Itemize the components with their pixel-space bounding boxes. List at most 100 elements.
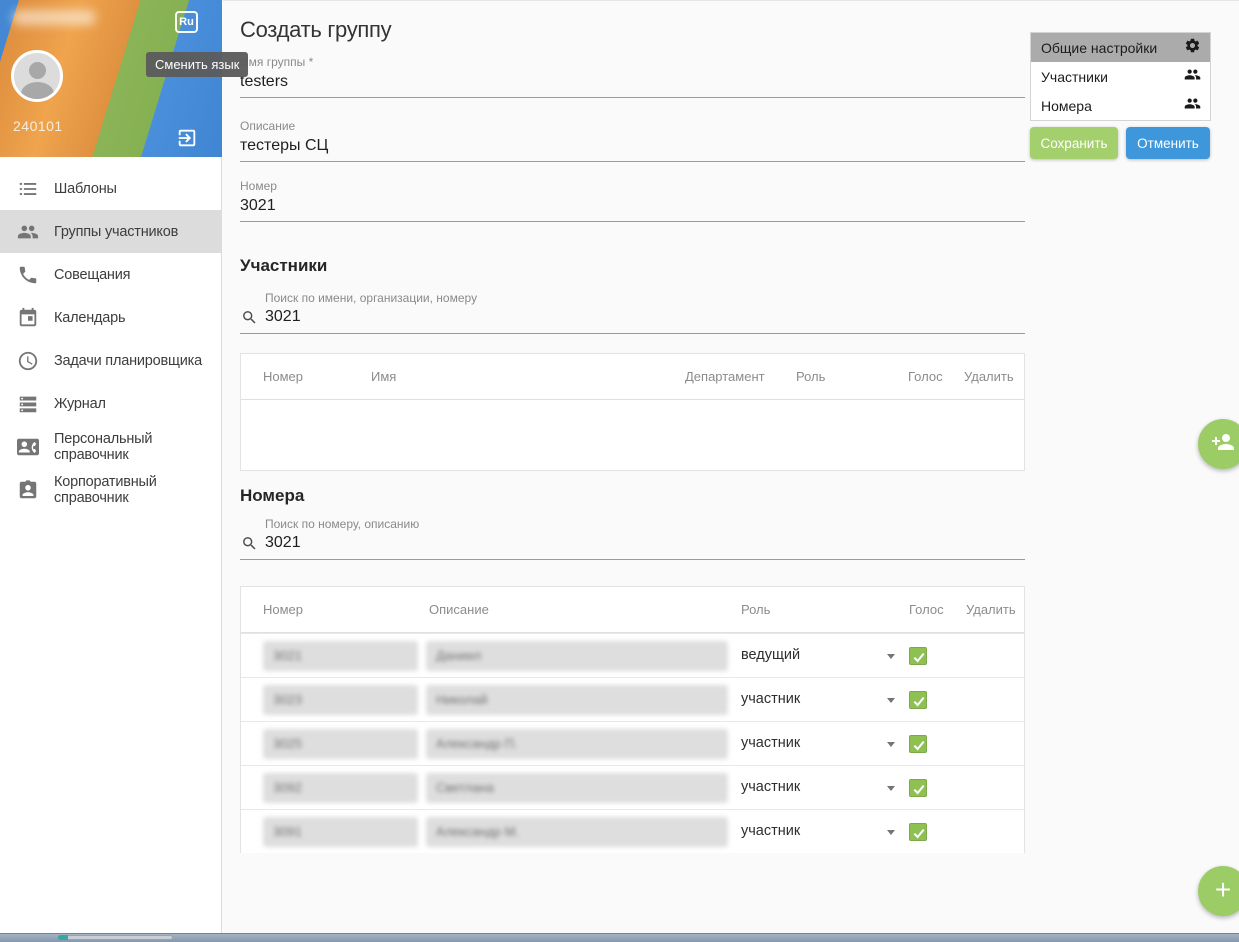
role-select[interactable]: участник bbox=[741, 735, 800, 751]
sidebar: Ru 240101 Шаблоны Группы участников Сове… bbox=[0, 0, 222, 933]
panel-item-label: Общие настройки bbox=[1041, 40, 1157, 56]
logout-button[interactable] bbox=[176, 127, 198, 149]
role-select[interactable]: участник bbox=[741, 779, 800, 795]
sidebar-item-personal-directory[interactable]: Персональный справочник bbox=[0, 425, 222, 468]
voice-checkbox[interactable] bbox=[909, 647, 927, 665]
role-select[interactable]: участник bbox=[741, 691, 800, 707]
user-number: 240101 bbox=[13, 118, 63, 134]
people-icon bbox=[1184, 66, 1201, 88]
phone-icon bbox=[17, 264, 39, 286]
redacted-username bbox=[12, 10, 96, 25]
sidebar-item-journal[interactable]: Журнал bbox=[0, 382, 222, 425]
row-number-redacted: 3091 bbox=[263, 817, 418, 847]
contact-badge-icon bbox=[17, 479, 39, 501]
table-row: 3025 Александр П. участник bbox=[241, 721, 1024, 765]
sidebar-item-label: Группы участников bbox=[54, 224, 178, 240]
number-label: Номер bbox=[240, 179, 1025, 193]
save-button[interactable]: Сохранить bbox=[1030, 127, 1118, 159]
table-row: 3091 Александр М. участник bbox=[241, 809, 1024, 853]
voice-checkbox[interactable] bbox=[909, 823, 927, 841]
row-number-redacted: 3023 bbox=[263, 685, 418, 715]
sidebar-item-label: Корпоративный справочник bbox=[54, 474, 222, 506]
scrollbar-thumb[interactable] bbox=[58, 935, 173, 940]
list-icon bbox=[17, 178, 39, 200]
avatar-body-shape bbox=[21, 82, 54, 102]
number-input[interactable] bbox=[240, 193, 1025, 222]
col-delete: Удалить bbox=[964, 369, 1014, 384]
add-number-button[interactable]: + bbox=[1198, 866, 1239, 916]
numbers-search-label: Поиск по номеру, описанию bbox=[240, 517, 1025, 531]
role-select[interactable]: участник bbox=[741, 823, 800, 839]
col-name: Имя bbox=[371, 369, 396, 384]
plus-icon: + bbox=[1215, 876, 1231, 904]
chevron-down-icon[interactable] bbox=[887, 698, 895, 703]
sidebar-item-scheduler-tasks[interactable]: Задачи планировщика bbox=[0, 339, 222, 382]
add-participant-button[interactable] bbox=[1198, 419, 1239, 469]
col-voice: Голос bbox=[908, 369, 943, 384]
number-field: Номер bbox=[240, 179, 1025, 222]
numbers-search-input[interactable] bbox=[240, 531, 1025, 559]
chevron-down-icon[interactable] bbox=[887, 742, 895, 747]
sidebar-item-label: Задачи планировщика bbox=[54, 353, 202, 369]
description-input[interactable] bbox=[240, 133, 1025, 162]
chevron-down-icon[interactable] bbox=[887, 786, 895, 791]
row-number-redacted: 3025 bbox=[263, 729, 418, 759]
sidebar-item-meetings[interactable]: Совещания bbox=[0, 253, 222, 296]
participants-table-header: Номер Имя Департамент Роль Голос Удалить bbox=[241, 354, 1024, 400]
journal-icon bbox=[17, 393, 39, 415]
participants-search-input[interactable] bbox=[240, 305, 1025, 333]
chevron-down-icon[interactable] bbox=[887, 830, 895, 835]
contact-phone-icon bbox=[17, 436, 39, 458]
col-department: Департамент bbox=[685, 369, 765, 384]
participants-search-label: Поиск по имени, организации, номеру bbox=[240, 291, 1025, 305]
horizontal-scrollbar[interactable] bbox=[0, 933, 1239, 942]
numbers-table-header: Номер Описание Роль Голос Удалить bbox=[241, 587, 1024, 633]
role-select[interactable]: ведущий bbox=[741, 647, 800, 663]
row-number-redacted: 3021 bbox=[263, 641, 418, 671]
sidebar-item-label: Календарь bbox=[54, 310, 125, 326]
panel-item-participants[interactable]: Участники bbox=[1031, 62, 1210, 91]
description-label: Описание bbox=[240, 119, 1025, 133]
sidebar-item-templates[interactable]: Шаблоны bbox=[0, 167, 222, 210]
panel-item-general-settings[interactable]: Общие настройки bbox=[1031, 33, 1210, 62]
sidebar-item-calendar[interactable]: Календарь bbox=[0, 296, 222, 339]
gear-icon bbox=[1184, 37, 1201, 59]
calendar-icon bbox=[17, 307, 39, 329]
profile-header: Ru 240101 bbox=[0, 0, 222, 157]
page-title: Создать группу bbox=[240, 17, 391, 43]
sidebar-item-label: Совещания bbox=[54, 267, 130, 283]
table-row: 3092 Светлана участник bbox=[241, 765, 1024, 809]
scrollbar-accent bbox=[58, 935, 68, 940]
group-name-input[interactable] bbox=[240, 69, 1025, 98]
settings-panel: Общие настройки Участники Номера bbox=[1030, 32, 1211, 121]
chevron-down-icon[interactable] bbox=[887, 654, 895, 659]
col-role: Роль bbox=[741, 602, 770, 617]
group-name-label: Имя группы * bbox=[240, 55, 1025, 69]
panel-item-label: Участники bbox=[1041, 69, 1108, 85]
col-number: Номер bbox=[263, 602, 303, 617]
cancel-button[interactable]: Отменить bbox=[1126, 127, 1210, 159]
row-number-redacted: 3092 bbox=[263, 773, 418, 803]
people-icon bbox=[17, 221, 39, 243]
voice-checkbox[interactable] bbox=[909, 779, 927, 797]
voice-checkbox[interactable] bbox=[909, 691, 927, 709]
person-add-icon bbox=[1211, 430, 1235, 459]
voice-checkbox[interactable] bbox=[909, 735, 927, 753]
participants-section-title: Участники bbox=[240, 256, 327, 276]
language-switch-button[interactable]: Ru bbox=[175, 11, 198, 33]
numbers-search: Поиск по номеру, описанию bbox=[240, 517, 1025, 560]
row-description-redacted: Александр П. bbox=[426, 729, 728, 759]
sidebar-item-label: Персональный справочник bbox=[54, 431, 222, 463]
numbers-table: Номер Описание Роль Голос Удалить 3021 Д… bbox=[240, 586, 1025, 853]
exit-icon bbox=[176, 136, 198, 153]
group-name-field: Имя группы * bbox=[240, 55, 1025, 98]
sidebar-item-label: Журнал bbox=[54, 396, 106, 412]
sidebar-item-participant-groups[interactable]: Группы участников bbox=[0, 210, 222, 253]
panel-item-numbers[interactable]: Номера bbox=[1031, 91, 1210, 120]
description-field: Описание bbox=[240, 119, 1025, 162]
row-description-redacted: Николай bbox=[426, 685, 728, 715]
change-language-tooltip: Сменить язык bbox=[146, 52, 248, 77]
clock-icon bbox=[17, 350, 39, 372]
panel-item-label: Номера bbox=[1041, 98, 1092, 114]
sidebar-item-corporate-directory[interactable]: Корпоративный справочник bbox=[0, 468, 222, 511]
